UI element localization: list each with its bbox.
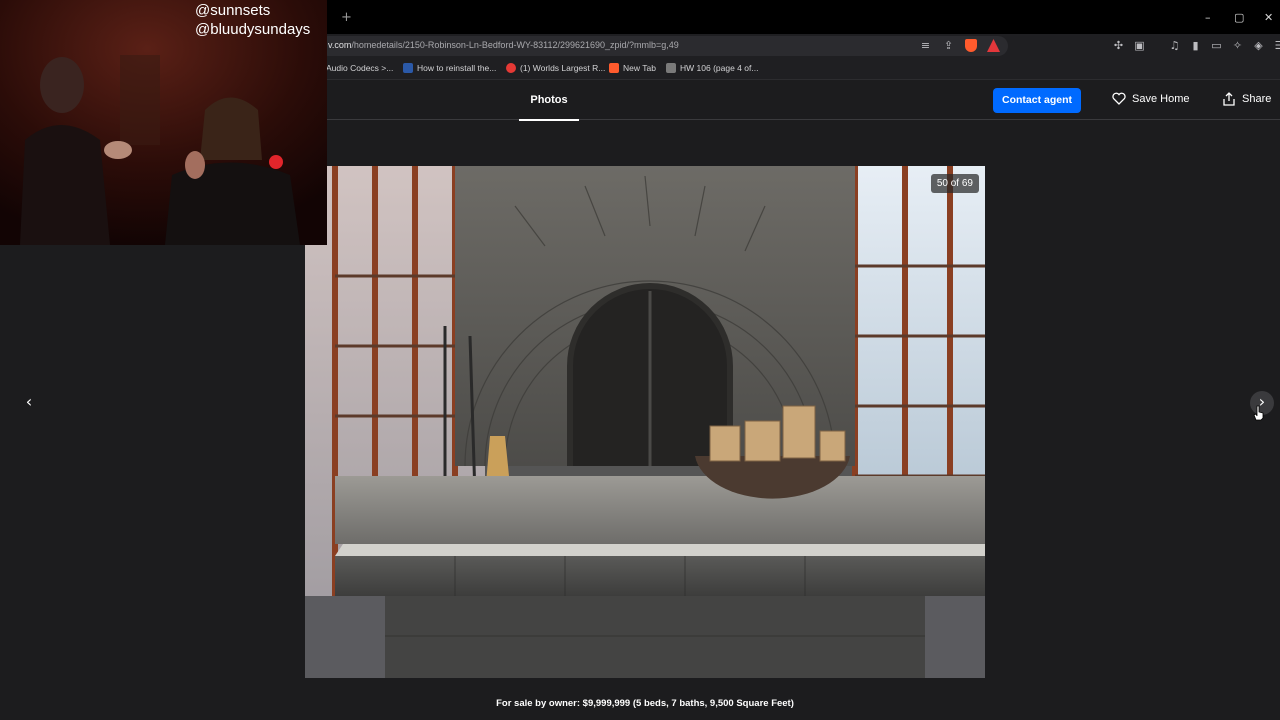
bookmark-item[interactable]: HW 106 (page 4 of...	[666, 63, 758, 73]
menu-icon[interactable]: ☰	[1273, 39, 1280, 52]
share-icon	[1223, 92, 1235, 106]
save-home-button[interactable]: Save Home	[1112, 92, 1189, 105]
bookmark-item[interactable]: New Tab	[609, 63, 656, 73]
brave-rewards-icon[interactable]	[987, 39, 1000, 52]
hand-cursor-icon	[1253, 405, 1264, 421]
sidebar-icon[interactable]: ▮	[1189, 39, 1202, 52]
bookmark-item[interactable]: Audio Codecs >...	[326, 63, 393, 73]
wallet-icon[interactable]: ▭	[1210, 39, 1223, 52]
bookmark-favicon-icon	[403, 63, 413, 73]
bookmark-favicon-icon	[666, 63, 676, 73]
extensions-icon[interactable]: ✣	[1112, 39, 1125, 52]
active-tab-indicator	[519, 119, 579, 121]
url-icons: ≡ ⇪	[919, 39, 1000, 52]
url-field[interactable]: v.com/homedetails/2150-Robinson-Ln-Bedfo…	[318, 36, 1008, 56]
webcam-overlay: @sunnsets @bluudysundays	[0, 0, 327, 245]
bookmark-favicon-icon	[506, 63, 516, 73]
new-tab-button[interactable]: +	[341, 10, 352, 25]
handle-sunnsets: @sunnsets	[195, 2, 271, 19]
stream-handles: @sunnsets @bluudysundays	[195, 1, 310, 39]
toolbar-icons: ✣ ▣ ♫ ▮ ▭ ✧ ◈ ☰	[1112, 39, 1280, 52]
brave-shields-icon[interactable]	[965, 39, 977, 52]
previous-photo-button[interactable]: ‹	[17, 391, 41, 415]
handle-bluudysundays: @bluudysundays	[195, 21, 311, 38]
bookmark-item[interactable]: (1) Worlds Largest R...	[506, 63, 605, 73]
listing-caption: For sale by owner: $9,999,999 (5 beds, 7…	[496, 698, 794, 709]
screenshot-icon[interactable]: ▣	[1133, 39, 1146, 52]
listing-photo: 50 of 69	[305, 166, 985, 678]
url-text: v.com/homedetails/2150-Robinson-Ln-Bedfo…	[328, 40, 679, 50]
minimize-button[interactable]: –	[1205, 11, 1211, 24]
media-icon[interactable]: ♫	[1168, 39, 1181, 52]
leo-icon[interactable]: ✧	[1231, 39, 1244, 52]
contact-agent-button[interactable]: Contact agent	[993, 88, 1081, 113]
screen: + – ▢ ✕ v.com/homedetails/2150-Robinson-…	[0, 0, 1280, 720]
photo-counter: 50 of 69	[930, 174, 979, 193]
fireplace-photo	[305, 166, 985, 678]
brave-favicon-icon	[609, 63, 619, 73]
bookmark-item[interactable]: How to reinstall the...	[403, 63, 496, 73]
heart-icon	[1112, 92, 1126, 105]
share-page-icon[interactable]: ⇪	[942, 39, 955, 52]
restore-button[interactable]: ▢	[1234, 11, 1244, 24]
tab-photos[interactable]: Photos	[519, 81, 579, 121]
close-window-button[interactable]: ✕	[1264, 11, 1273, 24]
vpn-icon[interactable]: ◈	[1252, 39, 1265, 52]
reader-icon[interactable]: ≡	[919, 39, 932, 52]
share-button[interactable]: Share	[1222, 92, 1271, 106]
